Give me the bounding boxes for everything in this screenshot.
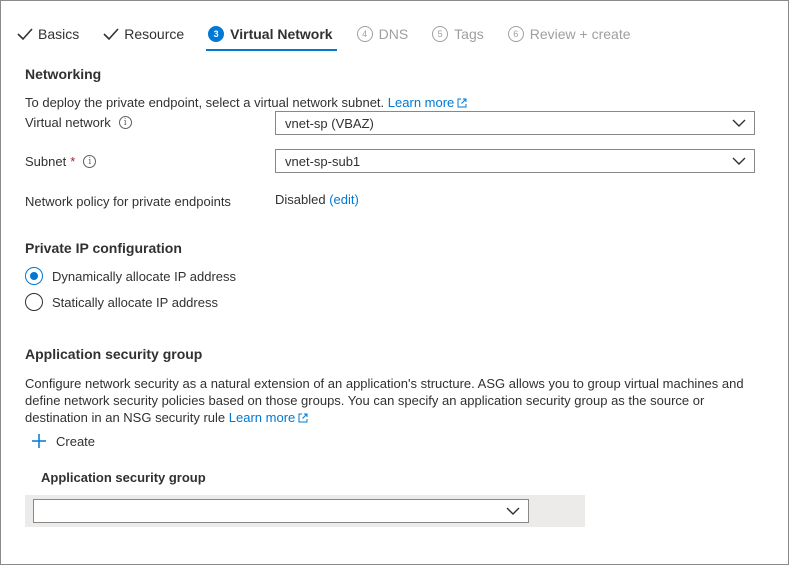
- description-text: To deploy the private endpoint, select a…: [25, 95, 385, 110]
- asg-heading: Application security group: [25, 346, 203, 362]
- description-line: Configure network security as a natural …: [25, 376, 744, 391]
- checkmark-icon: [103, 28, 119, 41]
- dropdown-value: vnet-sp-sub1: [285, 153, 361, 169]
- field-label: Virtual network: [25, 115, 111, 130]
- step-tags[interactable]: 5 Tags: [432, 19, 484, 49]
- create-asg-button[interactable]: Create: [31, 433, 95, 449]
- private-ip-heading: Private IP configuration: [25, 240, 182, 256]
- step-resource[interactable]: Resource: [103, 19, 184, 49]
- learn-more-link[interactable]: Learn more: [388, 95, 467, 110]
- edit-policy-link[interactable]: (edit): [329, 192, 359, 207]
- chevron-down-icon: [732, 157, 746, 165]
- external-link-icon: [298, 413, 308, 423]
- radio-dynamic-ip[interactable]: Dynamically allocate IP address: [25, 267, 236, 285]
- step-label: Resource: [124, 26, 185, 42]
- wizard-steps: Basics Resource 3 Virtual Network 4 DNS …: [17, 19, 655, 51]
- networking-description: To deploy the private endpoint, select a…: [25, 94, 467, 111]
- radio-label: Statically allocate IP address: [52, 294, 218, 310]
- chevron-down-icon: [506, 507, 520, 515]
- subnet-label: Subnet * i: [25, 154, 97, 169]
- checkmark-icon: [17, 28, 33, 41]
- required-marker: *: [70, 154, 76, 169]
- radio-button[interactable]: [25, 293, 43, 311]
- radio-static-ip[interactable]: Statically allocate IP address: [25, 293, 218, 311]
- description-line: destination in an NSG security rule Lear…: [25, 409, 775, 426]
- info-icon[interactable]: i: [118, 116, 132, 129]
- step-number-badge: 3: [208, 26, 225, 42]
- policy-status: Disabled: [275, 192, 326, 207]
- step-label: Basics: [38, 26, 80, 42]
- networking-heading: Networking: [25, 66, 102, 82]
- network-policy-value: Disabled (edit): [275, 191, 359, 208]
- step-number-badge: 6: [507, 26, 524, 42]
- asg-column-header: Application security group: [41, 470, 206, 485]
- learn-more-label: Learn more: [228, 410, 296, 425]
- description-text: destination in an NSG security rule: [25, 410, 226, 425]
- asg-description: Configure network security as a natural …: [25, 375, 775, 426]
- step-review-create[interactable]: 6 Review + create: [507, 19, 631, 49]
- step-label: Tags: [454, 26, 484, 42]
- virtual-network-label: Virtual network i: [25, 115, 132, 130]
- step-label: Virtual Network: [230, 26, 333, 42]
- learn-more-link[interactable]: Learn more: [229, 410, 308, 425]
- description-line: define network security policies based o…: [25, 393, 705, 408]
- subnet-dropdown[interactable]: vnet-sp-sub1: [275, 149, 755, 173]
- wizard-panel: Basics Resource 3 Virtual Network 4 DNS …: [0, 0, 789, 565]
- step-label: Review + create: [529, 26, 631, 42]
- asg-dropdown[interactable]: [33, 499, 529, 523]
- field-label: Subnet: [25, 154, 67, 169]
- dropdown-value: vnet-sp (VBAZ): [285, 115, 374, 131]
- external-link-icon: [457, 98, 467, 108]
- virtual-network-dropdown[interactable]: vnet-sp (VBAZ): [275, 111, 755, 135]
- step-virtual-network[interactable]: 3 Virtual Network: [206, 19, 338, 51]
- step-number-badge: 5: [432, 26, 449, 42]
- learn-more-label: Learn more: [387, 95, 455, 110]
- step-dns[interactable]: 4 DNS: [356, 19, 409, 49]
- network-policy-label: Network policy for private endpoints: [25, 194, 231, 209]
- step-basics[interactable]: Basics: [17, 19, 79, 49]
- create-label: Create: [56, 433, 96, 449]
- field-label: Network policy for private endpoints: [25, 194, 231, 209]
- chevron-down-icon: [732, 119, 746, 127]
- radio-button[interactable]: [25, 267, 43, 285]
- plus-icon: [32, 434, 46, 448]
- radio-label: Dynamically allocate IP address: [52, 268, 237, 284]
- step-number-badge: 4: [356, 26, 373, 42]
- info-icon[interactable]: i: [83, 155, 97, 168]
- step-label: DNS: [378, 26, 409, 42]
